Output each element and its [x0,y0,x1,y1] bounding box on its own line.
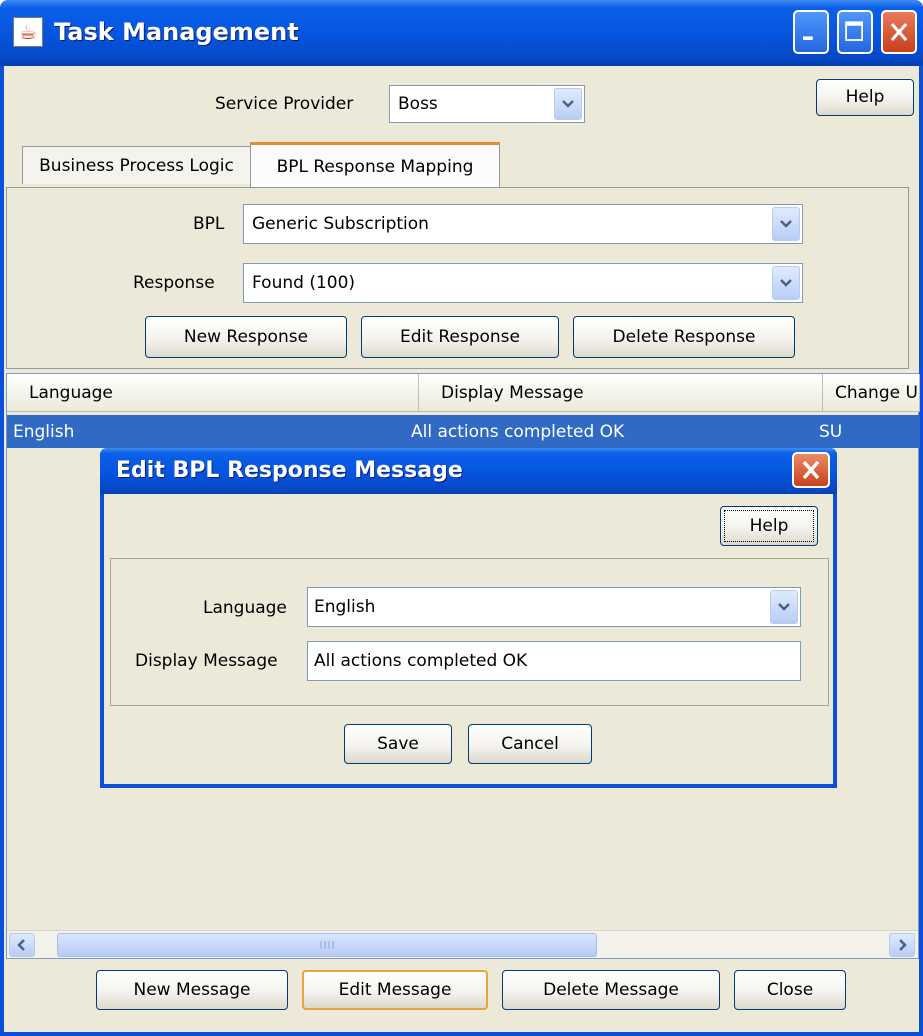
close-button[interactable]: Close [734,970,846,1010]
service-provider-select[interactable]: Boss [389,85,585,123]
save-button[interactable]: Save [344,724,452,764]
dialog-language-label: Language [203,598,287,618]
bpl-select[interactable]: Generic Subscription [243,204,803,244]
new-response-button[interactable]: New Response [145,316,347,358]
window-titlebar[interactable]: ☕ Task Management [0,0,923,66]
dropdown-arrow-button[interactable] [772,207,800,241]
scroll-right-button[interactable] [889,933,915,957]
response-label: Response [133,273,215,293]
table-row[interactable]: English All actions completed OK SU [7,415,920,448]
scrollbar-thumb[interactable] [57,933,597,957]
column-header-change-user[interactable]: Change U [823,374,920,412]
cell-language: English [13,421,75,442]
dropdown-arrow-button[interactable] [554,88,582,120]
chevron-left-icon [17,939,25,951]
chevron-down-icon [562,100,574,108]
response-value: Found (100) [252,273,356,293]
close-window-button[interactable] [881,10,917,54]
service-provider-value: Boss [398,94,438,114]
window-title: Task Management [54,18,299,46]
dialog-fields-panel: Language English Display Message All act… [110,558,829,706]
tab-bpl-response-mapping[interactable]: BPL Response Mapping [250,142,500,188]
dropdown-arrow-button[interactable] [772,266,800,300]
help-button[interactable]: Help [816,79,914,116]
dialog-display-message-label: Display Message [135,651,278,671]
bpl-response-mapping-panel: BPL Generic Subscription Response Found … [6,187,909,369]
cell-change-user: SU [819,421,843,442]
dialog-language-value: English [314,597,376,617]
cell-display-message: All actions completed OK [411,421,625,442]
display-message-input[interactable]: All actions completed OK [307,641,801,681]
bpl-value: Generic Subscription [252,214,429,234]
chevron-down-icon [780,220,792,228]
dropdown-arrow-button[interactable] [770,590,798,624]
service-provider-label: Service Provider [215,94,354,114]
grip-icon [320,941,334,949]
edit-message-button[interactable]: Edit Message [302,970,488,1010]
column-header-display-message[interactable]: Display Message [419,374,823,412]
cancel-button[interactable]: Cancel [468,724,592,764]
display-message-value: All actions completed OK [314,651,528,671]
bpl-label: BPL [193,214,225,234]
maximize-button[interactable] [837,10,873,54]
new-message-button[interactable]: New Message [96,970,288,1010]
chevron-right-icon [899,939,907,951]
dialog-title: Edit BPL Response Message [116,458,463,483]
response-select[interactable]: Found (100) [243,263,803,303]
maximize-icon [845,21,863,41]
dialog-client-area: Help Language English Display Message Al… [104,494,833,784]
tab-business-process-logic[interactable]: Business Process Logic [22,146,251,184]
column-header-language[interactable]: Language [7,374,419,412]
close-icon [802,460,820,480]
edit-response-button[interactable]: Edit Response [361,316,559,358]
dialog-language-select[interactable]: English [307,587,801,627]
minimize-icon [803,36,813,40]
minimize-button[interactable] [793,10,829,54]
delete-message-button[interactable]: Delete Message [502,970,720,1010]
delete-response-button[interactable]: Delete Response [573,316,795,358]
edit-bpl-response-message-dialog: Edit BPL Response Message Help Language … [100,448,837,788]
java-app-icon: ☕ [13,17,43,47]
dialog-help-button[interactable]: Help [720,506,818,546]
horizontal-scrollbar[interactable] [7,930,918,958]
dialog-titlebar[interactable]: Edit BPL Response Message [100,448,837,494]
close-icon [890,22,908,42]
chevron-down-icon [778,603,790,611]
chevron-down-icon [780,279,792,287]
dialog-close-button[interactable] [792,452,830,488]
scroll-left-button[interactable] [9,933,35,957]
